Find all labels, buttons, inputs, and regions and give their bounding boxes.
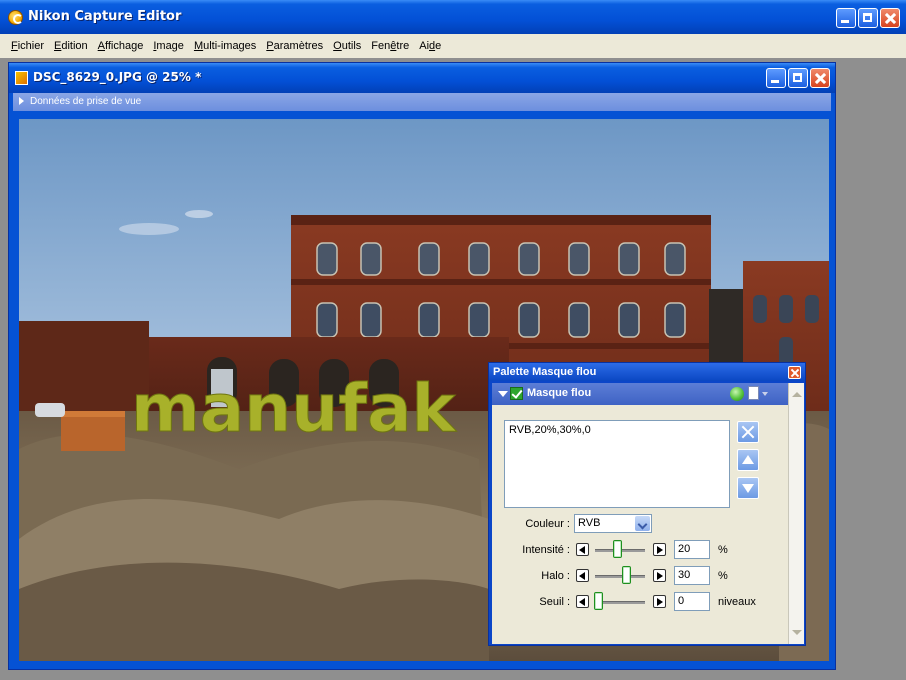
shooting-data-panel-toggle[interactable]: Données de prise de vue (13, 93, 831, 111)
overlay-text: manufak (131, 370, 458, 447)
color-select-value: RVB (578, 517, 601, 529)
mask-list[interactable]: RVB,20%,30%,0 (504, 420, 730, 508)
app-maximize-button[interactable] (858, 8, 878, 28)
chevron-down-icon[interactable] (635, 516, 650, 531)
document-menu-icon[interactable] (748, 386, 759, 400)
palette-close-button[interactable] (788, 366, 801, 379)
halo-input[interactable]: 30 (674, 566, 710, 585)
scroll-down-arrow-icon[interactable] (792, 630, 802, 635)
mask-list-item[interactable]: RVB,20%,30%,0 (509, 424, 725, 436)
threshold-unit: niveaux (718, 596, 756, 608)
menu-multi-images[interactable]: Multi-images (189, 40, 261, 52)
move-down-button[interactable] (737, 477, 759, 499)
document-title: DSC_8629_0.JPG @ 25% * (33, 70, 202, 84)
shooting-data-label: Données de prise de vue (30, 96, 142, 107)
nikon-capture-logo-icon (8, 10, 23, 25)
menu-parametres[interactable]: Paramètres (261, 40, 328, 52)
halo-label: Halo : (541, 570, 570, 582)
app-window: Nikon Capture Editor Fichier Edition Aff… (0, 0, 906, 680)
app-title: Nikon Capture Editor (28, 9, 182, 24)
halo-slider-track[interactable] (595, 575, 645, 578)
section-label: Masque flou (527, 387, 592, 399)
threshold-increase-button[interactable] (653, 595, 666, 608)
expand-arrow-icon (19, 97, 24, 106)
scroll-up-arrow-icon[interactable] (792, 392, 802, 397)
intensity-decrease-button[interactable] (576, 543, 589, 556)
halo-unit: % (718, 570, 728, 582)
unsharp-mask-palette: Palette Masque flou Masque flou RVB,20%,… (488, 362, 806, 646)
color-select[interactable]: RVB (574, 514, 652, 533)
menu-aide[interactable]: Aide (414, 40, 446, 52)
intensity-slider-thumb[interactable] (612, 540, 622, 558)
document-titlebar[interactable]: DSC_8629_0.JPG @ 25% * (9, 63, 835, 93)
document-minimize-button[interactable] (766, 68, 786, 88)
menu-affichage[interactable]: Affichage (93, 40, 149, 52)
document-window-controls (766, 68, 830, 88)
intensity-unit: % (718, 544, 728, 556)
palette-body: Masque flou RVB,20%,30%,0 Couleur : RVB … (492, 383, 788, 644)
menu-fenetre[interactable]: Fenêtre (366, 40, 414, 52)
menu-bar: Fichier Edition Affichage Image Multi-im… (0, 34, 906, 58)
halo-slider-thumb[interactable] (622, 566, 632, 584)
enable-checkbox[interactable] (510, 387, 523, 400)
dropdown-arrow-icon[interactable] (762, 392, 768, 396)
color-label: Couleur : (525, 518, 570, 530)
intensity-input[interactable]: 20 (674, 540, 710, 559)
threshold-input[interactable]: 0 (674, 592, 710, 611)
palette-scrollbar[interactable] (788, 383, 804, 644)
intensity-increase-button[interactable] (653, 543, 666, 556)
halo-increase-button[interactable] (653, 569, 666, 582)
image-file-icon (15, 71, 28, 85)
halo-decrease-button[interactable] (576, 569, 589, 582)
app-close-button[interactable] (880, 8, 900, 28)
threshold-label: Seuil : (539, 596, 570, 608)
menu-fichier[interactable]: Fichier (6, 40, 49, 52)
app-minimize-button[interactable] (836, 8, 856, 28)
move-up-button[interactable] (737, 449, 759, 471)
collapse-arrow-icon[interactable] (498, 391, 508, 397)
document-close-button[interactable] (810, 68, 830, 88)
status-dot-icon[interactable] (730, 387, 744, 401)
intensity-label: Intensité : (522, 544, 570, 556)
palette-titlebar[interactable]: Palette Masque flou (489, 363, 805, 381)
app-window-controls (836, 8, 900, 28)
threshold-decrease-button[interactable] (576, 595, 589, 608)
threshold-slider-thumb[interactable] (594, 592, 603, 610)
menu-image[interactable]: Image (148, 40, 189, 52)
delete-mask-button[interactable] (737, 421, 759, 443)
menu-edition[interactable]: Edition (49, 40, 93, 52)
menu-outils[interactable]: Outils (328, 40, 366, 52)
app-titlebar[interactable]: Nikon Capture Editor (0, 0, 906, 34)
unsharp-mask-section-header[interactable]: Masque flou (492, 383, 788, 405)
palette-title: Palette Masque flou (493, 366, 597, 378)
document-maximize-button[interactable] (788, 68, 808, 88)
